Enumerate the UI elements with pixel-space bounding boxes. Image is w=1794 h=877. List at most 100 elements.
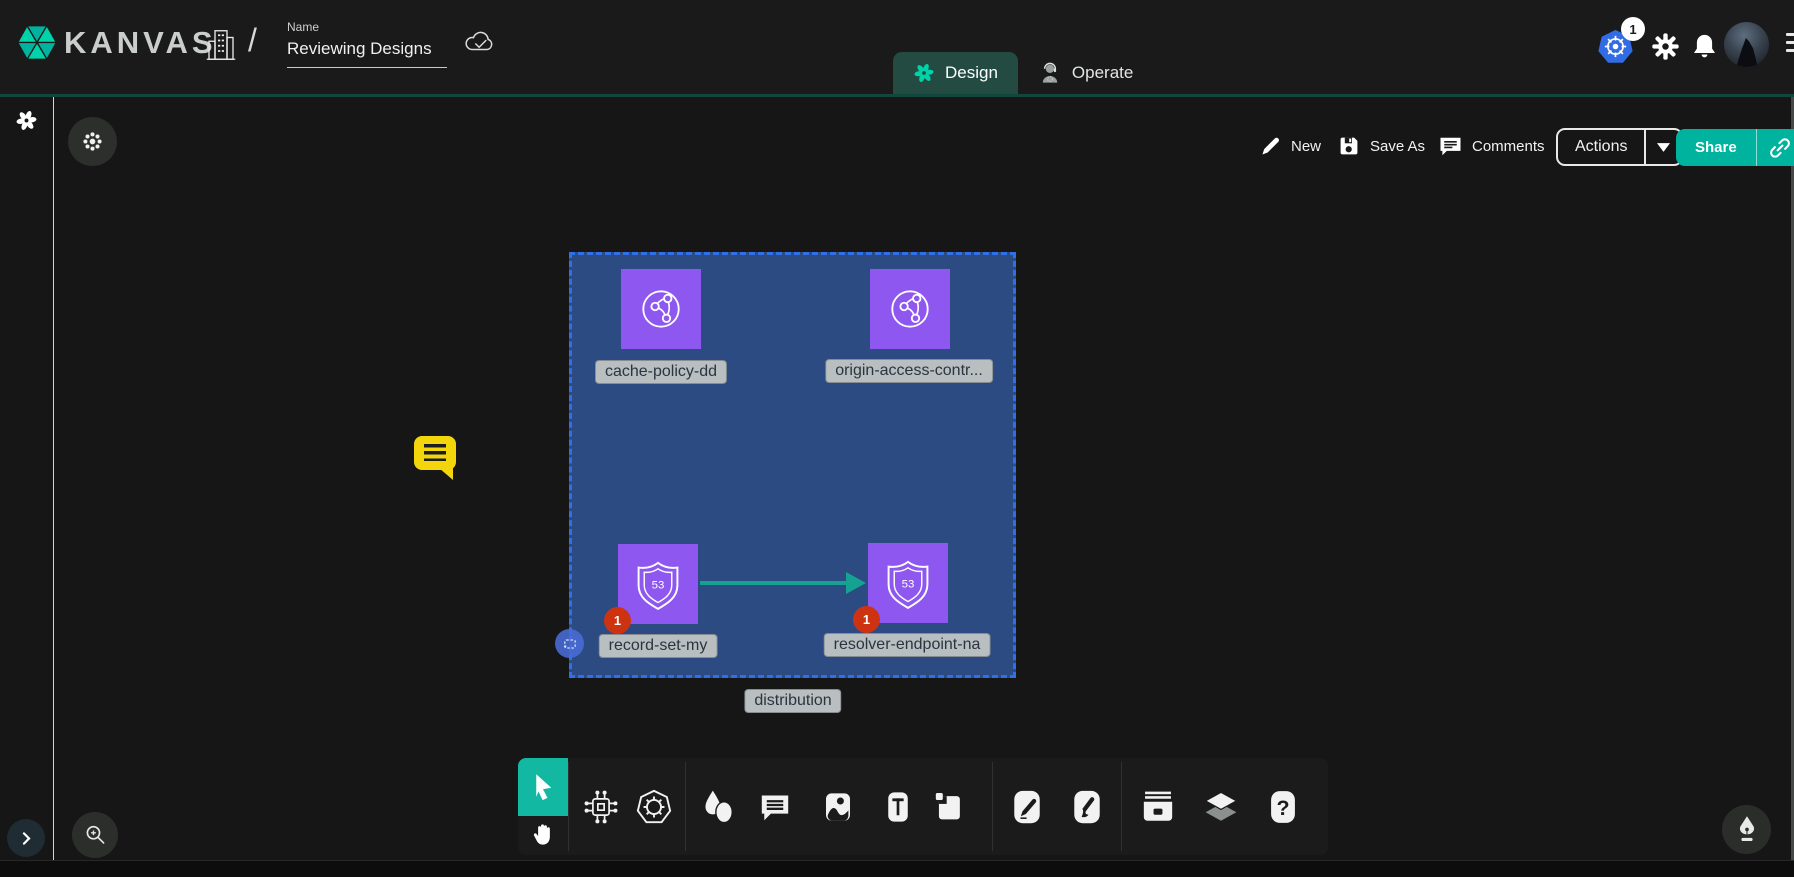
actions-label: Actions bbox=[1558, 130, 1644, 164]
left-sidebar bbox=[0, 97, 54, 860]
name-field-label: Name bbox=[287, 20, 447, 34]
kubernetes-context-badge: 1 bbox=[1621, 17, 1645, 41]
kanvas-app: KANVAS / Name bbox=[0, 0, 1794, 877]
node-cache-policy[interactable] bbox=[621, 269, 701, 349]
image-tool[interactable] bbox=[822, 791, 854, 823]
settings-button[interactable] bbox=[1650, 31, 1681, 65]
comment-marker[interactable] bbox=[414, 436, 456, 470]
comments-icon bbox=[1438, 134, 1463, 159]
record-set-error-badge[interactable]: 1 bbox=[604, 607, 631, 634]
comment-tool[interactable] bbox=[759, 791, 792, 824]
share-label: Share bbox=[1676, 129, 1756, 166]
chevron-right-icon bbox=[18, 830, 35, 847]
zoom-in-button[interactable] bbox=[72, 812, 118, 858]
node-label-origin-access[interactable]: origin-access-contr... bbox=[825, 359, 993, 383]
node-origin-access-control[interactable] bbox=[870, 269, 950, 349]
meshery-spiral-icon[interactable] bbox=[15, 109, 38, 137]
drawer-tool[interactable] bbox=[1140, 790, 1176, 824]
header: KANVAS / Name bbox=[0, 0, 1794, 94]
bell-icon bbox=[1690, 32, 1719, 61]
toolbar-divider bbox=[1121, 762, 1122, 851]
aws-cloudfront-icon bbox=[634, 282, 688, 336]
organization-icon[interactable] bbox=[206, 25, 236, 70]
toolbar-divider bbox=[992, 762, 993, 851]
edge-arrowhead bbox=[846, 572, 866, 594]
pencil-icon bbox=[1259, 135, 1282, 158]
kanvas-logo-icon[interactable] bbox=[14, 21, 60, 69]
design-name-block: Name bbox=[287, 20, 447, 68]
pan-tool[interactable] bbox=[524, 818, 562, 852]
link-icon bbox=[1768, 136, 1792, 160]
node-resolver-endpoint[interactable]: 53 bbox=[868, 543, 948, 623]
comment-bubble-icon bbox=[759, 791, 792, 824]
aws-cloudfront-icon bbox=[883, 282, 937, 336]
archive-drawer-icon bbox=[1140, 790, 1176, 824]
toolbar-divider bbox=[685, 762, 686, 851]
caret-down-icon bbox=[1657, 143, 1670, 152]
brand-wordmark: KANVAS bbox=[64, 25, 217, 61]
svg-text:53: 53 bbox=[902, 579, 915, 591]
save-as-label: Save As bbox=[1370, 138, 1425, 155]
edge-record-to-resolver[interactable] bbox=[700, 581, 852, 585]
text-tool[interactable] bbox=[883, 791, 913, 824]
expand-sidebar-button[interactable] bbox=[7, 819, 45, 857]
pencil-capsule-icon bbox=[1072, 789, 1103, 826]
layers-tool[interactable] bbox=[1203, 790, 1239, 824]
annotate-button[interactable] bbox=[1722, 805, 1771, 854]
kubernetes-wheel-icon bbox=[635, 788, 673, 826]
overflow-menu-icon[interactable] bbox=[1786, 33, 1794, 52]
design-name-input[interactable] bbox=[287, 37, 447, 68]
select-tool[interactable] bbox=[518, 758, 568, 816]
mode-tabs: Design Operate bbox=[893, 52, 1153, 94]
shapes-tool[interactable] bbox=[699, 788, 737, 826]
chip-icon bbox=[583, 789, 619, 825]
tab-operate-label: Operate bbox=[1072, 63, 1133, 83]
hand-icon bbox=[529, 821, 557, 849]
note-tool[interactable] bbox=[934, 792, 965, 823]
pen-capsule-icon bbox=[1012, 789, 1043, 826]
pen-tool[interactable] bbox=[1012, 789, 1043, 826]
node-label-cache-policy[interactable]: cache-policy-dd bbox=[595, 360, 727, 384]
question-icon: ? bbox=[1270, 790, 1297, 825]
status-bar bbox=[0, 860, 1794, 877]
aws-route53-icon: 53 bbox=[881, 556, 935, 610]
node-label-resolver-endpoint[interactable]: resolver-endpoint-na bbox=[824, 633, 991, 657]
actions-dropdown-button[interactable]: Actions bbox=[1556, 128, 1683, 166]
notifications-button[interactable] bbox=[1690, 32, 1719, 64]
group-selection-handle[interactable] bbox=[555, 629, 584, 658]
avatar[interactable] bbox=[1724, 22, 1769, 67]
node-record-set[interactable]: 53 bbox=[618, 544, 698, 624]
resolver-error-badge[interactable]: 1 bbox=[853, 606, 880, 633]
pencil-tool[interactable] bbox=[1072, 789, 1103, 826]
pen-nib-icon bbox=[1733, 814, 1761, 845]
sticky-note-icon bbox=[934, 792, 965, 823]
gear-icon bbox=[1650, 31, 1681, 62]
new-button[interactable]: New bbox=[1259, 135, 1321, 158]
components-tool[interactable] bbox=[583, 789, 619, 825]
dashed-square-icon bbox=[562, 636, 578, 652]
node-label-record-set[interactable]: record-set-my bbox=[599, 634, 718, 658]
operate-headset-icon bbox=[1038, 61, 1062, 85]
save-as-button[interactable]: Save As bbox=[1337, 134, 1425, 158]
cursor-arrow-icon bbox=[528, 772, 558, 802]
copy-link-segment[interactable] bbox=[1756, 129, 1794, 166]
header-accent-line bbox=[0, 94, 1794, 97]
comments-button[interactable]: Comments bbox=[1438, 134, 1545, 159]
kubernetes-tool[interactable] bbox=[635, 788, 673, 826]
svg-text:?: ? bbox=[1276, 796, 1289, 820]
new-label: New bbox=[1291, 138, 1321, 155]
sync-status-cloud-icon bbox=[463, 28, 499, 61]
design-spiral-icon bbox=[913, 62, 935, 84]
text-icon bbox=[883, 791, 913, 824]
breadcrumb-separator: / bbox=[248, 22, 257, 59]
comment-lines-icon bbox=[424, 444, 446, 461]
canvas-widgets-button[interactable] bbox=[68, 117, 117, 166]
tab-design[interactable]: Design bbox=[893, 52, 1018, 94]
tab-operate[interactable]: Operate bbox=[1018, 52, 1153, 94]
magnifier-plus-icon bbox=[82, 822, 109, 849]
share-button[interactable]: Share bbox=[1676, 129, 1794, 166]
help-tool[interactable]: ? bbox=[1270, 790, 1297, 825]
comments-label: Comments bbox=[1472, 138, 1545, 155]
svg-text:53: 53 bbox=[652, 580, 665, 592]
group-label-distribution[interactable]: distribution bbox=[744, 689, 841, 713]
